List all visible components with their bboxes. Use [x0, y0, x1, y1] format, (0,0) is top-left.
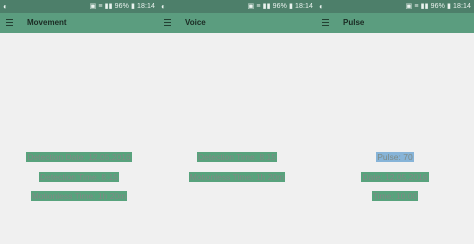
notification-icon: ◐	[161, 2, 166, 11]
detection-time-label: Detection Time: 8:15	[39, 172, 119, 182]
app-bar: Movement	[0, 13, 158, 33]
status-icons: ▣ ≡ ▮▮ 96% ▮	[247, 3, 293, 10]
motionless-time-label: Motionless Time: 1h 20m	[188, 172, 286, 182]
movement-screen: ◐ ▣ ≡ ▮▮ 96% ▮ 18:14 Movement Detection …	[0, 0, 158, 244]
app-bar: Voice	[158, 13, 316, 33]
notification-icon: ◐	[3, 2, 8, 11]
notification-icon: ◐	[319, 2, 324, 11]
detection-date-label: Detection Date: 12.05.2016	[26, 152, 132, 162]
voice-screen: ◐ ▣ ≡ ▮▮ 96% ▮ 18:14 Voice Detection Tim…	[158, 0, 316, 244]
time-label: Time: 10:00	[371, 191, 419, 201]
status-bar: ◐ ▣ ≡ ▮▮ 96% ▮ 18:14	[316, 0, 474, 13]
page-title: Movement	[27, 18, 67, 27]
status-icons: ▣ ≡ ▮▮ 96% ▮	[405, 3, 451, 10]
status-time: 18:14	[452, 3, 471, 10]
status-icons: ▣ ≡ ▮▮ 96% ▮	[89, 3, 135, 10]
date-label: Date: 12.05.2016	[361, 172, 429, 182]
menu-icon[interactable]	[6, 19, 13, 26]
pulse-label: Pulse: 70	[376, 152, 414, 162]
menu-icon[interactable]	[164, 19, 171, 26]
status-time: 18:14	[136, 3, 155, 10]
app-bar: Pulse	[316, 13, 474, 33]
status-bar: ◐ ▣ ≡ ▮▮ 96% ▮ 18:14	[158, 0, 316, 13]
detection-time-label: Detection Time: 8:15	[197, 152, 277, 162]
status-bar: ◐ ▣ ≡ ▮▮ 96% ▮ 18:14	[0, 0, 158, 13]
motionless-time-label: Motionless Time: 1h 20m	[30, 191, 128, 201]
status-time: 18:14	[294, 3, 313, 10]
page-title: Voice	[185, 18, 206, 27]
pulse-screen: ◐ ▣ ≡ ▮▮ 96% ▮ 18:14 Pulse Pulse: 70 Dat…	[316, 0, 474, 244]
menu-icon[interactable]	[322, 19, 329, 26]
page-title: Pulse	[343, 18, 365, 27]
screens-row: ◐ ▣ ≡ ▮▮ 96% ▮ 18:14 Movement Detection …	[0, 0, 474, 244]
